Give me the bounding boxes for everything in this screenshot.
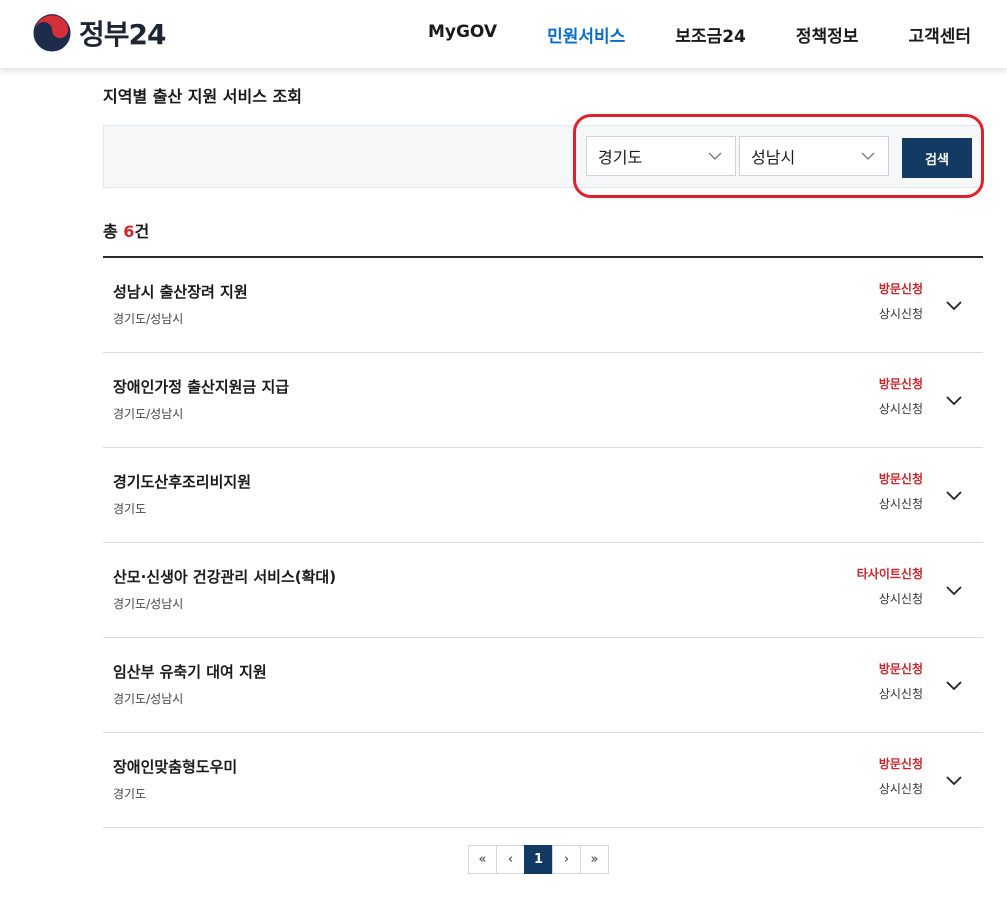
item-region: 경기도/성남시 <box>113 597 184 611</box>
item-region: 경기도/성남시 <box>113 692 184 706</box>
item-title: 임산부 유축기 대여 지원 <box>113 663 267 681</box>
result-count-number: 6 <box>123 222 135 241</box>
result-count-suffix: 건 <box>134 222 150 241</box>
province-select[interactable]: 경기도 <box>586 136 736 176</box>
chevron-down-icon[interactable] <box>945 486 963 504</box>
item-method: 방문신청 <box>878 757 923 771</box>
site-header: 정부24 MyGOV 민원서비스 보조금24 정책정보 고객센터 <box>0 0 1007 68</box>
nav-customer-center[interactable]: 고객센터 <box>908 22 971 47</box>
item-title: 장애인맞춤형도우미 <box>113 758 238 776</box>
item-region: 경기도 <box>113 502 147 516</box>
chevron-down-icon[interactable] <box>945 771 963 789</box>
item-title: 장애인가정 출산지원금 지급 <box>113 378 290 396</box>
next-page-button[interactable]: › <box>552 845 581 874</box>
nav-subsidy24[interactable]: 보조금24 <box>675 22 746 47</box>
item-title: 경기도산후조리비지원 <box>113 473 252 491</box>
chevron-down-icon <box>708 152 722 160</box>
nav-policy-info[interactable]: 정책정보 <box>796 22 859 47</box>
list-item[interactable]: 장애인가정 출산지원금 지급 경기도/성남시 방문신청 상시신청 <box>103 353 983 448</box>
item-period: 상시신청 <box>878 497 923 511</box>
logo[interactable]: 정부24 <box>33 13 166 53</box>
item-period: 상시신청 <box>878 592 923 606</box>
chevron-down-icon[interactable] <box>945 296 963 314</box>
city-select[interactable]: 성남시 <box>739 136 889 176</box>
item-region: 경기도/성남시 <box>113 312 184 326</box>
item-period: 상시신청 <box>878 782 923 796</box>
item-title: 성남시 출산장려 지원 <box>113 283 248 301</box>
main-nav: MyGOV 민원서비스 보조금24 정책정보 고객센터 <box>378 22 971 47</box>
search-button[interactable]: 검색 <box>902 138 972 178</box>
taegeuk-logo-icon <box>33 14 71 52</box>
nav-civil-services[interactable]: 민원서비스 <box>547 22 625 47</box>
page-title: 지역별 출산 지원 서비스 조회 <box>103 87 302 106</box>
result-count-prefix: 총 <box>103 222 124 241</box>
item-method: 방문신청 <box>878 472 923 486</box>
prev-page-button[interactable]: ‹ <box>496 845 525 874</box>
list-item[interactable]: 경기도산후조리비지원 경기도 방문신청 상시신청 <box>103 448 983 543</box>
last-page-button[interactable]: » <box>580 845 609 874</box>
item-period: 상시신청 <box>878 402 923 416</box>
chevron-down-icon[interactable] <box>945 391 963 409</box>
item-region: 경기도/성남시 <box>113 407 184 421</box>
logo-text: 정부24 <box>79 18 166 51</box>
list-item[interactable]: 산모·신생아 건강관리 서비스(확대) 경기도/성남시 타사이트신청 상시신청 <box>103 543 983 638</box>
list-item[interactable]: 장애인맞춤형도우미 경기도 방문신청 상시신청 <box>103 733 983 828</box>
chevron-down-icon[interactable] <box>945 581 963 599</box>
result-count: 총 6건 <box>103 218 149 242</box>
item-region: 경기도 <box>113 787 147 801</box>
item-period: 상시신청 <box>878 307 923 321</box>
item-title: 산모·신생아 건강관리 서비스(확대) <box>113 568 337 586</box>
item-method: 방문신청 <box>878 282 923 296</box>
item-period: 상시신청 <box>878 687 923 701</box>
list-item[interactable]: 임산부 유축기 대여 지원 경기도/성남시 방문신청 상시신청 <box>103 638 983 733</box>
current-page-button[interactable]: 1 <box>524 845 553 874</box>
item-method: 방문신청 <box>878 662 923 676</box>
chevron-down-icon <box>861 152 875 160</box>
item-method: 타사이트신청 <box>856 567 923 581</box>
chevron-down-icon[interactable] <box>945 676 963 694</box>
province-value: 경기도 <box>598 148 643 167</box>
city-value: 성남시 <box>751 148 796 167</box>
nav-mygov[interactable]: MyGOV <box>428 22 497 47</box>
first-page-button[interactable]: « <box>468 845 497 874</box>
pagination: « ‹ 1 › » <box>468 845 609 874</box>
list-item[interactable]: 성남시 출산장려 지원 경기도/성남시 방문신청 상시신청 <box>103 258 983 353</box>
result-list: 성남시 출산장려 지원 경기도/성남시 방문신청 상시신청 장애인가정 출산지원… <box>103 256 983 828</box>
item-method: 방문신청 <box>878 377 923 391</box>
